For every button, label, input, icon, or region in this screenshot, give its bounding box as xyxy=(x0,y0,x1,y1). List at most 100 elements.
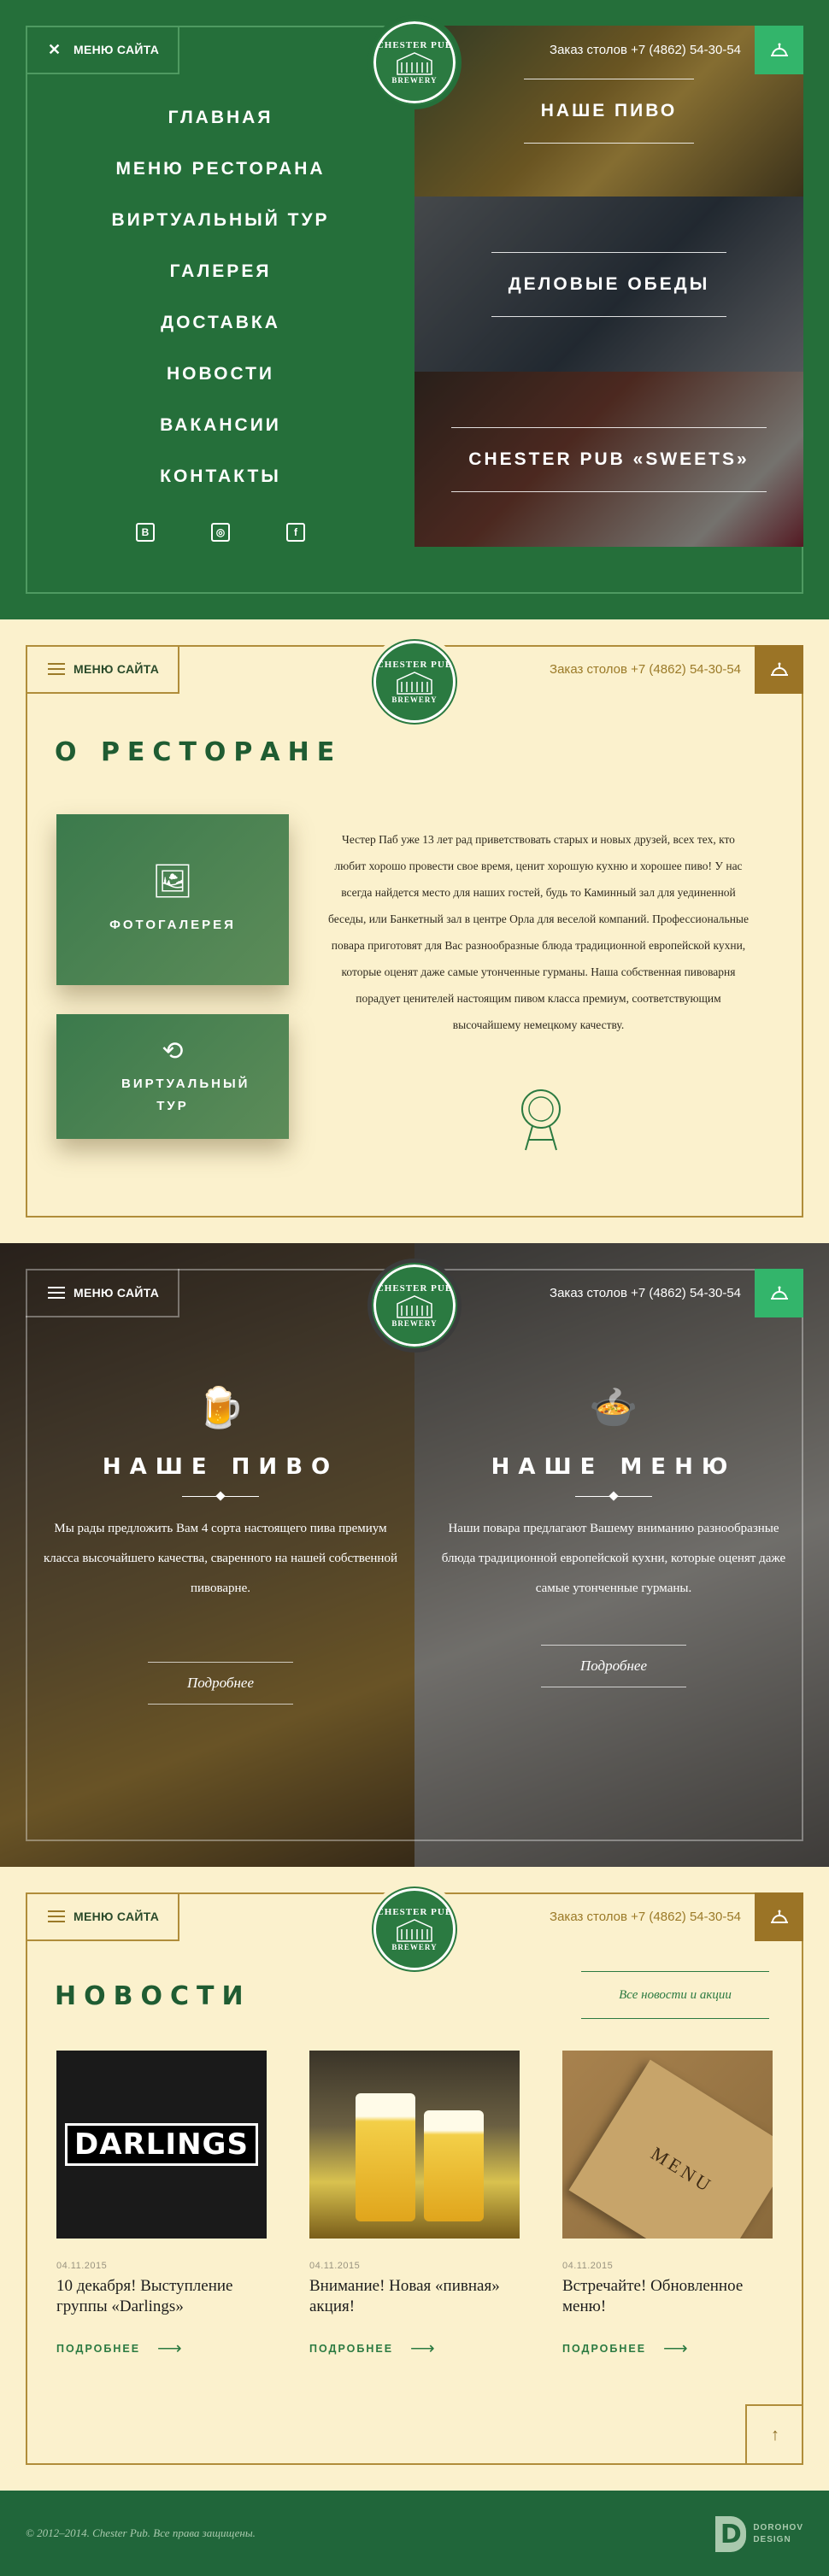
dorohov-logo-icon: D xyxy=(715,2516,747,2552)
copyright: © 2012–2014. Chester Pub. Все права защи… xyxy=(26,2526,256,2539)
nav-item-news[interactable]: НОВОСТИ xyxy=(26,357,415,408)
reserve-button[interactable] xyxy=(755,1892,803,1941)
nav-item-delivery[interactable]: ДОСТАВКА xyxy=(26,306,415,357)
tile-label: CHESTER PUB «SWEETS» xyxy=(451,426,767,492)
barrel-emblem-icon xyxy=(521,1089,561,1151)
tile-label: ДЕЛОВЫЕ ОБЕДЫ xyxy=(491,251,727,317)
pub-building-icon xyxy=(397,1919,432,1942)
main-nav: ГЛАВНАЯ МЕНЮ РЕСТОРАНА ВИРТУАЛЬНЫЙ ТУР Г… xyxy=(26,101,415,511)
news-image[interactable] xyxy=(309,2051,520,2239)
darlings-logo-text: DARLINGS xyxy=(65,2123,258,2166)
menu-button[interactable]: МЕНЮ САЙТА xyxy=(26,645,179,694)
news-more-link[interactable]: ПОДРОБНЕЕ ⟶ xyxy=(562,2338,773,2359)
phone-number[interactable]: Заказ столов +7 (4862) 54-30-54 xyxy=(550,1892,755,1941)
pub-building-icon xyxy=(397,1295,432,1318)
beer-mug-icon: 🍺 xyxy=(196,1385,245,1429)
news-image[interactable]: MENU xyxy=(562,2051,773,2239)
dev-line-2: DESIGN xyxy=(753,2535,791,2544)
news-title: НОВОСТИ xyxy=(55,1981,251,2011)
site-menu-section: НАШЕ ПИВО ДЕЛОВЫЕ ОБЕДЫ CHESTER PUB «SWE… xyxy=(0,0,829,619)
photo-gallery-card[interactable]: 🖼 ФОТОГАЛЕРЕЯ xyxy=(56,814,289,985)
pictures-icon: 🖼 xyxy=(151,864,194,900)
reserve-button[interactable] xyxy=(755,645,803,694)
menu-more-link[interactable]: Подробнее xyxy=(541,1645,686,1687)
menu-title: НАШЕ МЕНЮ xyxy=(491,1454,737,1480)
menu-label: МЕНЮ САЙТА xyxy=(73,661,160,676)
pub-building-icon xyxy=(397,52,432,75)
dish-icon: 🍲 xyxy=(589,1385,638,1429)
developer-logo[interactable]: D DOROHOV DESIGN xyxy=(715,2516,803,2552)
tile-label: НАШЕ ПИВО xyxy=(523,79,695,144)
arrow-right-icon: ⟶ xyxy=(663,2339,690,2358)
menu-label: МЕНЮ САЙТА xyxy=(73,42,160,56)
phone-number[interactable]: Заказ столов +7 (4862) 54-30-54 xyxy=(550,26,755,74)
arrow-up-icon: ↑ xyxy=(771,2426,779,2444)
arrow-right-icon: ⟶ xyxy=(410,2339,437,2358)
beer-more-link[interactable]: Подробнее xyxy=(148,1662,293,1705)
news-image[interactable]: DARLINGS xyxy=(56,2051,267,2239)
social-links: В ◎ f xyxy=(26,523,415,542)
news-item: 04.11.2015 Внимание! Новая «пивная» акци… xyxy=(309,2051,520,2359)
facebook-icon[interactable]: f xyxy=(286,523,305,542)
logo-text-bottom: BREWERY xyxy=(391,76,438,85)
beer-text: Мы рады предложить Вам 4 сорта настоящег… xyxy=(44,1522,397,1595)
news-section: МЕНЮ САЙТА Заказ столов +7 (4862) 54-30-… xyxy=(0,1867,829,2491)
divider-ornament xyxy=(182,1492,259,1500)
reserve-button[interactable] xyxy=(755,1269,803,1317)
scroll-to-top-button[interactable]: ↑ xyxy=(745,2404,803,2465)
menu-label: МЕНЮ САЙТА xyxy=(73,1909,160,1923)
news-date: 04.11.2015 xyxy=(562,2261,614,2271)
vk-icon[interactable]: В xyxy=(136,523,155,542)
logo[interactable]: CHESTER PUB BREWERY xyxy=(367,1882,462,1976)
news-date: 04.11.2015 xyxy=(56,2261,108,2271)
beer-glass-shape xyxy=(356,2093,415,2221)
hamburger-icon xyxy=(48,660,65,678)
tile-business-lunch[interactable]: ДЕЛОВЫЕ ОБЕДЫ xyxy=(414,197,803,372)
reserve-button[interactable] xyxy=(755,26,803,74)
logo-text-top: CHESTER PUB xyxy=(376,40,453,50)
instagram-icon[interactable]: ◎ xyxy=(211,523,230,542)
logo-text-bottom: BREWERY xyxy=(391,695,438,704)
arrow-right-icon: ⟶ xyxy=(157,2339,184,2358)
logo-text-bottom: BREWERY xyxy=(391,1319,438,1328)
nav-item-vacancies[interactable]: ВАКАНСИИ xyxy=(26,408,415,460)
menu-text: Наши повара предлагают Вашему вниманию р… xyxy=(441,1522,786,1595)
cloche-icon xyxy=(770,662,788,676)
logo[interactable]: CHESTER PUB BREWERY xyxy=(367,15,462,109)
divider-ornament xyxy=(575,1492,652,1500)
logo[interactable]: CHESTER PUB BREWERY xyxy=(367,635,462,729)
hamburger-icon xyxy=(48,1907,65,1926)
news-title-text[interactable]: Внимание! Новая «пивная» акция! xyxy=(309,2276,520,2317)
menu-label: МЕНЮ САЙТА xyxy=(73,1285,160,1300)
nav-item-contacts[interactable]: КОНТАКТЫ xyxy=(26,460,415,511)
nav-item-gallery[interactable]: ГАЛЕРЕЯ xyxy=(26,255,415,306)
phone-number[interactable]: Заказ столов +7 (4862) 54-30-54 xyxy=(550,1269,755,1317)
menu-button[interactable]: МЕНЮ САЙТА xyxy=(26,1269,179,1317)
phone-number[interactable]: Заказ столов +7 (4862) 54-30-54 xyxy=(550,645,755,694)
menu-book: MENU xyxy=(568,2059,773,2239)
logo[interactable]: CHESTER PUB BREWERY xyxy=(367,1259,462,1353)
cloche-icon xyxy=(770,43,788,56)
nav-item-virtual-tour[interactable]: ВИРТУАЛЬНЫЙ ТУР xyxy=(26,203,415,255)
hamburger-icon xyxy=(48,1283,65,1302)
nav-item-home[interactable]: ГЛАВНАЯ xyxy=(26,101,415,152)
menu-button[interactable]: МЕНЮ САЙТА xyxy=(26,1892,179,1941)
news-more-link[interactable]: ПОДРОБНЕЕ ⟶ xyxy=(309,2338,520,2359)
virtual-tour-card[interactable]: ⟲ ВИРТУАЛЬНЫЙ ТУР xyxy=(56,1014,289,1139)
beer-column: 🍺 НАШЕ ПИВО Мы рады предложить Вам 4 сор… xyxy=(41,1384,400,1705)
rotate-icon: ⟲ xyxy=(162,1036,184,1065)
news-item: MENU 04.11.2015 Встречайте! Обновленное … xyxy=(562,2051,773,2359)
card-label: ВИРТУАЛЬНЫЙ ТУР xyxy=(121,1076,250,1113)
all-news-link[interactable]: Все новости и акции xyxy=(581,1971,769,2019)
dev-line-1: DOROHOV xyxy=(753,2523,803,2532)
nav-item-restaurant-menu[interactable]: МЕНЮ РЕСТОРАНА xyxy=(26,152,415,203)
tile-sweets[interactable]: CHESTER PUB «SWEETS» xyxy=(414,372,803,547)
beer-glass-shape xyxy=(424,2110,484,2221)
news-more-link[interactable]: ПОДРОБНЕЕ ⟶ xyxy=(56,2338,267,2359)
close-menu-button[interactable]: ✕ МЕНЮ САЙТА xyxy=(26,26,179,74)
news-title-text[interactable]: 10 декабря! Выступление группы «Darlings… xyxy=(56,2276,267,2317)
logo-text-top: CHESTER PUB xyxy=(376,660,453,670)
news-title-text[interactable]: Встречайте! Обновленное меню! xyxy=(562,2276,773,2317)
promo-tiles: НАШЕ ПИВО ДЕЛОВЫЕ ОБЕДЫ CHESTER PUB «SWE… xyxy=(414,26,803,594)
cloche-icon xyxy=(770,1286,788,1300)
